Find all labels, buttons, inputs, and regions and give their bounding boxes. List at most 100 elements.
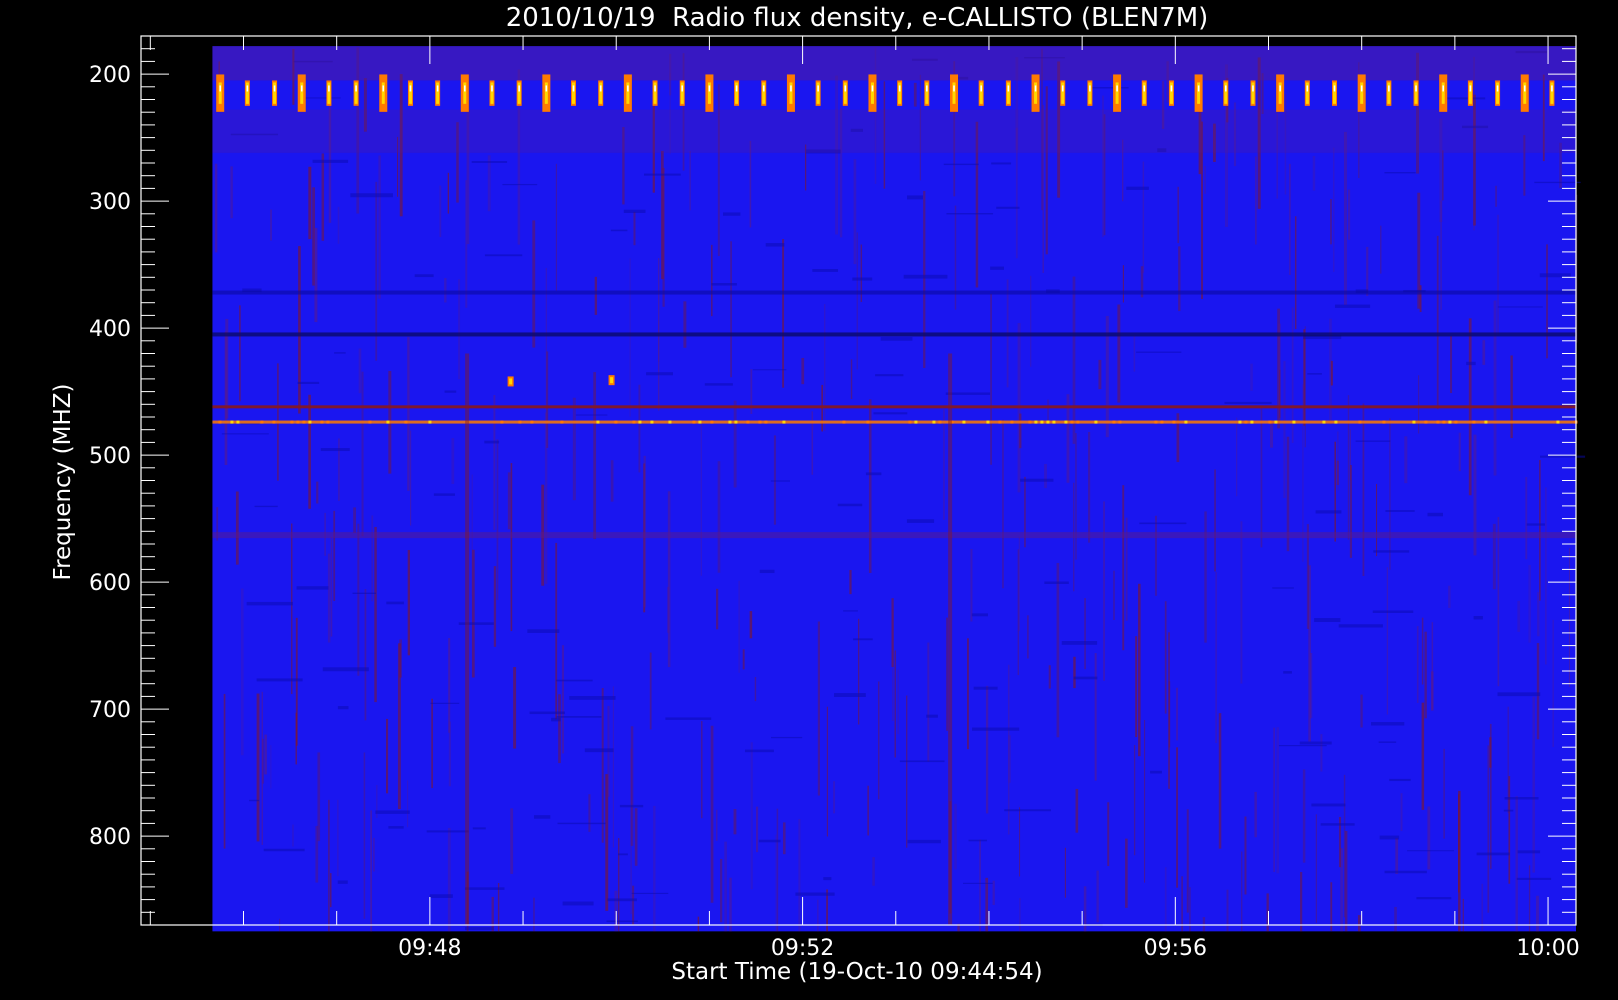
noise-patch (759, 569, 775, 574)
noise-patch (458, 622, 494, 625)
noise-streak (510, 463, 513, 632)
noise-streak (1347, 395, 1350, 540)
noise-streak (1204, 511, 1207, 643)
noise-streak (314, 227, 318, 323)
noise-streak (1276, 727, 1280, 874)
noise-streak (328, 799, 330, 932)
line-speck (1118, 420, 1122, 424)
noise-streak (1443, 748, 1445, 839)
noise-streak (1508, 776, 1511, 884)
noise-patch (1311, 803, 1346, 807)
noise-patch (973, 686, 998, 690)
noise-streak (1334, 441, 1336, 542)
noise-streak (1019, 897, 1021, 932)
heatmap-layer (212, 46, 1586, 932)
noise-patch (623, 209, 646, 213)
noise-streak (1255, 156, 1257, 245)
noise-streak (638, 384, 641, 473)
noise-streak (1048, 665, 1051, 689)
noise-patch (297, 381, 320, 384)
noise-streak (1315, 814, 1317, 923)
line-speck (1034, 420, 1038, 424)
burst-hot (708, 85, 711, 92)
noise-streak (337, 799, 339, 877)
noise-patch (972, 727, 1020, 731)
noise-streak (235, 491, 239, 565)
noise-streak (1448, 585, 1451, 609)
noise-streak (697, 916, 700, 932)
noise-streak (1047, 399, 1049, 424)
noise-patch (562, 901, 594, 906)
line-speck (1160, 420, 1164, 424)
noise-streak (798, 818, 801, 932)
noise-streak (1215, 571, 1217, 743)
noise-streak (487, 155, 491, 212)
noise-streak (292, 824, 294, 847)
noise-streak (856, 232, 858, 370)
noise-streak (1442, 150, 1444, 201)
line-speck (296, 420, 300, 424)
noise-patch (1315, 510, 1342, 514)
noise-streak (510, 808, 514, 874)
noise-streak (612, 686, 614, 848)
burst-hot (1197, 85, 1200, 92)
noise-streak (594, 276, 598, 315)
spike-core (509, 378, 513, 385)
noise-patch (502, 183, 538, 186)
noise-streak (1017, 549, 1019, 676)
line-speck (1064, 420, 1068, 424)
burst-hot (572, 85, 575, 92)
noise-patch (631, 892, 669, 895)
burst-hot (1143, 85, 1146, 92)
noise-streak (399, 639, 402, 678)
line-speck (914, 420, 918, 424)
line-speck (1250, 420, 1254, 424)
line-speck (1484, 420, 1488, 424)
noise-streak (1138, 583, 1141, 757)
noise-patch (352, 592, 376, 594)
burst-hot (681, 85, 684, 92)
line-speck (1436, 420, 1440, 424)
noise-streak (1546, 244, 1548, 359)
line-speck (1238, 420, 1242, 424)
noise-patch (312, 159, 349, 163)
y-tick-label: 200 (89, 63, 131, 88)
noise-streak (1497, 517, 1500, 687)
noise-streak (979, 839, 981, 932)
noise-patch (471, 161, 508, 163)
noise-patch (1497, 692, 1541, 697)
noise-patch (765, 243, 785, 247)
noise-streak (1084, 598, 1086, 670)
noise-streak (849, 570, 852, 595)
burst-hot (953, 85, 955, 92)
noise-streak (954, 803, 957, 870)
noise-patch (1379, 835, 1400, 840)
noise-patch (1150, 770, 1162, 774)
noise-patch (1473, 616, 1483, 620)
noise-patch (946, 213, 994, 215)
noise-patch (556, 679, 593, 682)
y-axis-label: Frequency (MHZ) (50, 384, 76, 581)
noise-streak (1404, 436, 1408, 484)
noise-streak (1273, 727, 1275, 872)
noise-streak (754, 676, 757, 702)
noise-streak (927, 642, 930, 762)
line-speck (428, 420, 432, 424)
noise-streak (817, 899, 819, 932)
noise-streak (410, 430, 412, 526)
noise-patch (263, 848, 305, 852)
noise-streak (451, 438, 455, 484)
interference-line (212, 420, 1576, 424)
line-speck (290, 420, 294, 424)
noise-streak (1489, 737, 1492, 768)
noise-patch (350, 193, 393, 198)
noise-patch (926, 714, 938, 718)
noise-streak (833, 781, 836, 814)
noise-streak (749, 140, 752, 228)
noise-streak (634, 808, 638, 866)
noise-streak (1394, 906, 1397, 932)
noise-streak (750, 742, 753, 890)
line-speck (782, 420, 786, 424)
noise-streak (270, 209, 272, 241)
noise-patch (711, 283, 737, 286)
